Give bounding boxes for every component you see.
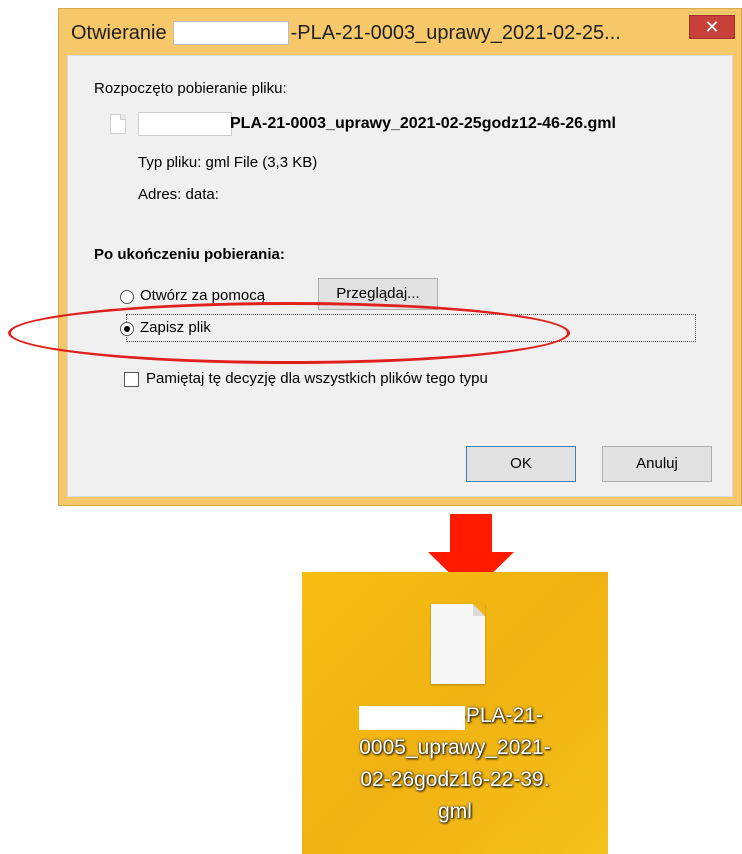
address-label: Adres: [138, 186, 182, 203]
title-suffix: -PLA-21-0003_uprawy_2021-02-25... [290, 21, 621, 44]
remember-checkbox[interactable] [124, 372, 139, 387]
remember-label[interactable]: Pamiętaj tę decyzję dla wszystkich plikó… [146, 370, 488, 387]
ok-button[interactable]: OK [466, 446, 576, 482]
save-file-focus [126, 314, 696, 342]
cancel-button[interactable]: Anuluj [602, 446, 712, 482]
after-download-heading: Po ukończeniu pobierania: [94, 246, 285, 263]
file-type-value: gml File (3,3 KB) [205, 154, 318, 171]
address-row: Adres: data: [138, 186, 219, 203]
address-value: data: [185, 186, 219, 203]
title-bar[interactable]: Otwieranie -PLA-21-0003_uprawy_2021-02-2… [59, 9, 741, 55]
download-intro: Rozpoczęto pobieranie pliku: [94, 80, 287, 97]
label-line-2: 0005_uprawy_2021- [359, 736, 551, 759]
dialog-title: Otwieranie -PLA-21-0003_uprawy_2021-02-2… [71, 19, 621, 47]
dialog-content: Rozpoczęto pobieranie pliku: PLA-21-0003… [67, 55, 733, 497]
file-type-row: Typ pliku: gml File (3,3 KB) [138, 154, 317, 171]
save-file-label[interactable]: Zapisz plik [140, 319, 211, 336]
save-file-radio[interactable] [120, 322, 134, 336]
down-arrow-shaft [450, 514, 492, 554]
file-icon [110, 114, 126, 134]
label-line-3: 02-26godz16-22-39. [360, 768, 550, 791]
file-name: PLA-21-0003_uprawy_2021-02-25godz12-46-2… [230, 115, 616, 132]
desktop-area: 0-PLA-21- 0005_uprawy_2021- 02-26godz16-… [302, 572, 608, 854]
title-prefix: Otwieranie [71, 21, 167, 44]
label-line-4: gml [438, 800, 472, 823]
redacted-block [359, 706, 465, 730]
file-type-label: Typ pliku: [138, 154, 202, 171]
open-with-label[interactable]: Otwórz za pomocą [140, 287, 265, 304]
browse-button[interactable]: Przeglądaj... [318, 278, 438, 310]
redacted-block [172, 21, 289, 45]
open-with-radio[interactable] [120, 290, 134, 304]
redacted-block [138, 112, 232, 136]
gml-file-icon[interactable] [431, 604, 485, 684]
download-dialog: Otwieranie -PLA-21-0003_uprawy_2021-02-2… [58, 8, 742, 506]
close-button[interactable]: ✕ [689, 15, 735, 39]
